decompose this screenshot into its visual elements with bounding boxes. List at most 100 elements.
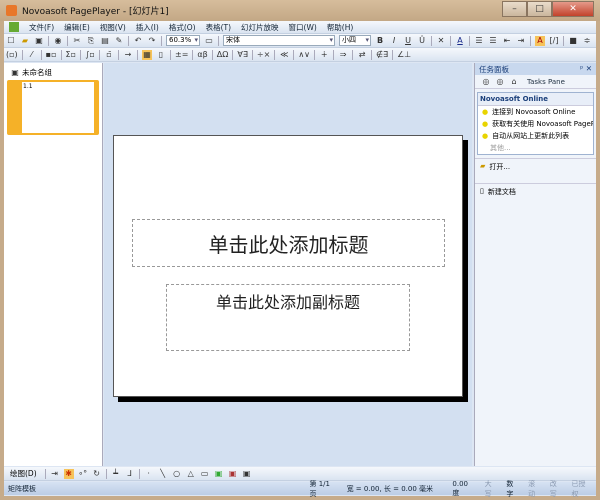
arrow-icon[interactable]: → — [123, 50, 133, 60]
points-icon[interactable]: ∘° — [78, 469, 88, 479]
image3-icon[interactable]: ▣ — [242, 469, 252, 479]
operators-icon[interactable]: ∀∃ — [237, 50, 248, 60]
line-icon[interactable]: ╲ — [158, 469, 168, 479]
underline-icon[interactable]: U — [403, 36, 413, 46]
sum-icon[interactable]: Σ▫ — [66, 50, 76, 60]
implies-icon[interactable]: ⇒ — [338, 50, 348, 60]
home-icon[interactable]: ⌂ — [509, 77, 519, 87]
highlight-icon[interactable]: A — [535, 35, 545, 46]
menu-format[interactable]: 格式(O) — [169, 22, 196, 33]
thumbnail-label: 1.1 — [23, 83, 33, 90]
point-icon[interactable]: · — [144, 469, 154, 479]
bold-icon[interactable]: B — [375, 36, 385, 46]
zoom-select[interactable]: 60.3% — [166, 35, 200, 46]
link-update[interactable]: ● 自动从网站上更新此列表 — [478, 130, 593, 142]
font-size-select[interactable]: 小四 — [339, 35, 371, 46]
image2-icon[interactable]: ▣ — [228, 469, 238, 479]
axis2-icon[interactable]: ⅃ — [125, 469, 135, 479]
relations-icon[interactable]: ±= — [175, 50, 188, 60]
snap-icon[interactable]: ✱ — [63, 468, 74, 479]
view-icon[interactable]: ▭ — [204, 36, 214, 46]
redo-icon[interactable]: ↷ — [147, 36, 157, 46]
align-icon[interactable]: ≑ — [582, 36, 592, 46]
select-icon[interactable]: ⇥ — [50, 469, 60, 479]
minimize-button[interactable]: – — [502, 1, 527, 17]
menu-slideshow[interactable]: 幻灯片放映 — [241, 22, 279, 33]
subtitle-placeholder[interactable]: 单击此处添加副标题 — [166, 284, 410, 351]
format-painter-icon[interactable]: ✎ — [114, 36, 124, 46]
wave-icon[interactable]: ∧∨ — [298, 50, 310, 60]
fraction-icon[interactable]: ⁄ — [27, 50, 37, 60]
overline-icon[interactable]: Û — [417, 36, 427, 46]
status-ovr: 改写 — [549, 479, 557, 498]
matrix-icon[interactable]: ▦ — [142, 49, 152, 60]
text-frame-icon[interactable]: [/] — [549, 36, 559, 46]
open-icon[interactable]: ▰ — [20, 36, 30, 46]
copy-icon[interactable]: ⎘ — [86, 36, 96, 46]
menu-insert[interactable]: 插入(I) — [136, 22, 159, 33]
link-connect[interactable]: ● 连接到 Novoasoft Online — [478, 106, 593, 118]
decrease-indent-icon[interactable]: ⇤ — [502, 36, 512, 46]
italic-icon[interactable]: I — [389, 36, 399, 46]
menu-edit[interactable]: 编辑(E) — [64, 22, 90, 33]
ellipse-icon[interactable]: ○ — [172, 469, 182, 479]
link-help[interactable]: ● 获取有关使用 Novoasoft PageP... — [478, 118, 593, 130]
standard-toolbar: ☐ ▰ ▣ ◉ ✂ ⎘ ▤ ✎ ↶ ↷ 60.3% ▭ 宋体 小四 B I U … — [4, 34, 596, 48]
paste-icon[interactable]: ▤ — [100, 36, 110, 46]
angle-icon[interactable]: ∠⊥ — [397, 50, 411, 60]
numbered-list-icon[interactable]: ☰ — [474, 36, 484, 46]
swap-icon[interactable]: ⇄ — [357, 50, 367, 60]
fill-icon[interactable]: ■ — [568, 36, 578, 46]
section-title: Novoasoft Online — [478, 93, 593, 106]
window-title: Novoasoft PagePlayer - [幻灯片1] — [22, 7, 169, 17]
font-color-icon[interactable]: A — [455, 36, 465, 46]
integral-icon[interactable]: ∫▫ — [85, 50, 95, 60]
forward-icon[interactable]: ◎ — [495, 77, 505, 87]
open-item[interactable]: ▰ 打开... — [475, 158, 596, 175]
new-doc-item[interactable]: ▯ 新建文档 — [475, 183, 596, 200]
rotate-icon[interactable]: ↻ — [92, 469, 102, 479]
slide: 单击此处添加标题 单击此处添加副标题 — [113, 135, 463, 397]
image-icon[interactable]: ▣ — [214, 469, 224, 479]
overbar-icon[interactable]: ▫̄ — [104, 50, 114, 60]
maximize-button[interactable]: □ — [527, 1, 552, 17]
subscript-icon[interactable]: ▪▫ — [46, 50, 57, 60]
play-icon[interactable]: ◉ — [53, 36, 63, 46]
slide-thumbnail[interactable]: 1.1 — [7, 80, 99, 135]
bullet-list-icon[interactable]: ☰ — [488, 36, 498, 46]
new-icon[interactable]: ☐ — [6, 36, 16, 46]
status-auth: 已授权 — [571, 479, 586, 498]
close-button[interactable]: ✕ — [552, 1, 594, 17]
status-num: 数字 — [506, 479, 514, 498]
menu-view[interactable]: 视图(V) — [100, 22, 126, 33]
greek-lower-icon[interactable]: αβ — [197, 50, 207, 60]
times-icon[interactable]: ÷× — [257, 50, 270, 60]
parentheses-icon[interactable]: (▫) — [6, 50, 18, 60]
less-icon[interactable]: ≪ — [279, 50, 289, 60]
font-select[interactable]: 宋体 — [223, 35, 335, 46]
undo-icon[interactable]: ↶ — [133, 36, 143, 46]
back-icon[interactable]: ◎ — [481, 77, 491, 87]
save-icon[interactable]: ▣ — [34, 36, 44, 46]
vector-icon[interactable]: ▯ — [156, 50, 166, 60]
increase-indent-icon[interactable]: ⇥ — [516, 36, 526, 46]
task-pane-selector[interactable]: Tasks Pane — [527, 78, 565, 86]
element-icon[interactable]: ∉∃ — [376, 50, 388, 60]
triangle-icon[interactable]: △ — [186, 469, 196, 479]
menu-help[interactable]: 帮助(H) — [327, 22, 354, 33]
link-more[interactable]: 其他... — [478, 142, 593, 154]
menu-table[interactable]: 表格(T) — [206, 22, 231, 33]
set-icon[interactable]: ∔ — [319, 50, 329, 60]
folder-icon: ▰ — [480, 162, 486, 170]
task-pane-close[interactable]: ᵖ ✕ — [580, 64, 592, 74]
draw-menu[interactable]: 绘图(D) — [10, 468, 37, 479]
axis-icon[interactable]: ┷ — [111, 469, 121, 479]
title-placeholder[interactable]: 单击此处添加标题 — [132, 219, 445, 267]
greek-upper-icon[interactable]: ΔΩ — [217, 50, 229, 60]
slide-canvas: 单击此处添加标题 单击此处添加副标题 — [104, 63, 472, 466]
menu-window[interactable]: 窗口(W) — [289, 22, 317, 33]
menu-file[interactable]: 文件(F) — [29, 22, 54, 33]
effects-icon[interactable]: ✕ — [436, 36, 446, 46]
cut-icon[interactable]: ✂ — [72, 36, 82, 46]
rectangle-icon[interactable]: ▭ — [200, 469, 210, 479]
